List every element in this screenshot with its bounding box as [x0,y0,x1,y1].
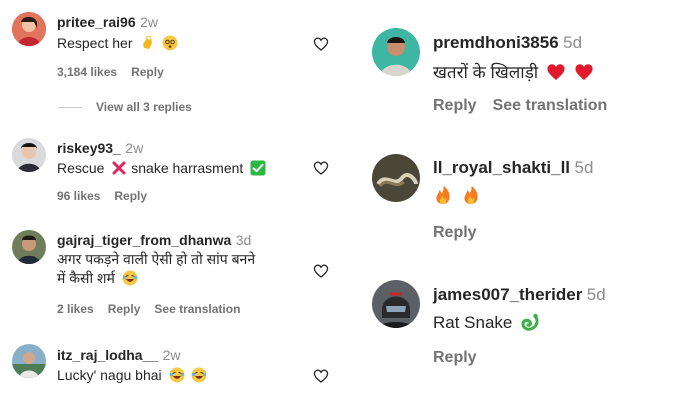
red-heart-emoji [574,62,594,82]
comment-time: 5d [563,33,583,52]
left-comment-column: pritee_rai96 2w Respect her 3,184 likes R… [0,0,345,394]
comment-username[interactable]: itz_raj_lodha__ [57,347,158,363]
comment-username[interactable]: gajraj_tiger_from_dhanwa [57,232,231,248]
see-translation-button[interactable]: See translation [154,302,240,316]
comment-text: खतरों के खिलाड़ी [433,60,594,83]
heart-outline-icon[interactable] [313,36,329,52]
comment-meta: 96 likes Reply [57,189,161,203]
snake-emoji [520,312,540,332]
clap-emoji [139,35,155,51]
avatar[interactable] [12,344,46,378]
check-mark-emoji [250,160,266,176]
likes-count[interactable]: 3,184 likes [57,65,117,79]
comment-text [433,185,481,206]
comment-time: 2w [125,140,144,156]
comment-text: अगर पकड़ने वाली ऐसी हो तो सांप बनने में … [57,251,256,286]
comment-username[interactable]: james007_therider [433,285,582,304]
comment-username[interactable]: premdhoni3856 [433,33,559,52]
cross-mark-emoji [111,160,127,176]
laughing-face-emoji [169,367,185,383]
laughing-face-emoji [122,270,138,286]
see-translation-button[interactable]: See translation [493,97,608,114]
likes-count[interactable]: 96 likes [57,189,100,203]
avatar[interactable] [12,138,46,172]
comment-text: Lucky' nagu bhai [57,366,207,385]
reply-button[interactable]: Reply [433,97,477,114]
heart-outline-icon[interactable] [313,160,329,176]
comment-meta: Reply See translation [433,97,623,115]
comment-text: Rat Snake [433,312,540,333]
dizzy-face-emoji [162,35,178,51]
comment-meta: Reply [433,224,493,242]
comment-meta: 3,184 likes Reply [57,65,178,79]
avatar[interactable] [12,12,46,46]
avatar[interactable] [372,154,420,202]
avatar[interactable] [372,280,420,328]
reply-button[interactable]: Reply [108,302,141,316]
reply-button[interactable]: Reply [433,349,477,366]
comment-text: Respect her [57,34,178,53]
red-heart-emoji [546,62,566,82]
avatar[interactable] [12,230,46,264]
comment-time: 2w [162,347,181,363]
likes-count[interactable]: 2 likes [57,302,94,316]
right-comment-column: premdhoni3856 5d खतरों के खिलाड़ी Reply S… [356,0,700,394]
avatar[interactable] [372,28,420,76]
heart-outline-icon[interactable] [313,368,329,384]
reply-button[interactable]: Reply [131,65,164,79]
fire-emoji [461,185,481,205]
reply-button[interactable]: Reply [114,189,147,203]
comment-username[interactable]: pritee_rai96 [57,14,136,30]
laughing-face-emoji [191,367,207,383]
comment-username[interactable]: riskey93_ [57,140,121,156]
view-replies-link[interactable]: View all 3 replies [58,100,192,114]
comment-time: 5d [586,285,606,304]
comment-meta: Reply [433,349,493,367]
fire-emoji [433,185,453,205]
comment-time: 5d [574,158,594,177]
comment-meta: 2 likes Reply See translation [57,302,254,316]
comment-text: Rescue snake harrasment [57,159,266,178]
comment-username[interactable]: ll_royal_shakti_ll [433,158,570,177]
reply-button[interactable]: Reply [433,224,477,241]
comment-time: 2w [140,14,158,30]
comment-time: 3d [235,232,252,248]
heart-outline-icon[interactable] [313,263,329,279]
replies-divider [58,106,82,108]
